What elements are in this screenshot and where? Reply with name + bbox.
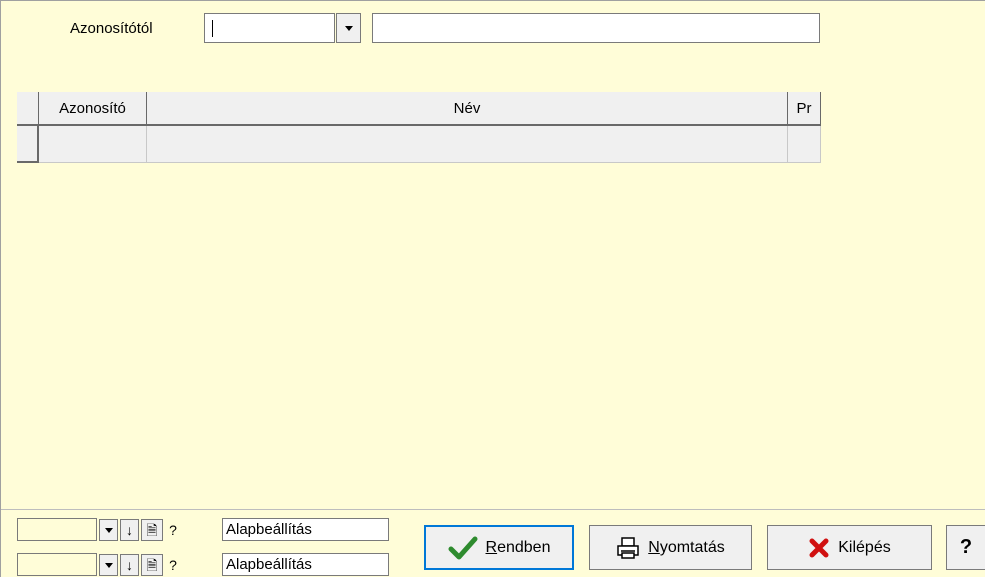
question-icon: ? [169, 557, 177, 573]
document-button[interactable]: 🗎 [141, 554, 163, 576]
printer-icon [617, 536, 639, 559]
ok-button[interactable]: Rendben [424, 525, 574, 570]
table-cell[interactable] [39, 126, 147, 163]
grid-corner-header [17, 92, 39, 126]
question-icon: ? [169, 522, 177, 538]
settings-dropdown-button[interactable] [99, 519, 118, 541]
id-from-input[interactable] [204, 13, 335, 43]
chevron-down-icon [104, 562, 113, 568]
document-icon: 🗎 [146, 557, 158, 573]
document-button[interactable]: 🗎 [141, 519, 163, 541]
settings-value-box[interactable] [17, 553, 97, 576]
close-icon [809, 538, 829, 557]
chevron-down-icon [104, 527, 113, 533]
column-header-nev[interactable]: Név [147, 92, 788, 126]
settings-value-box[interactable] [17, 518, 97, 541]
question-button[interactable]: ? [165, 519, 181, 541]
checkmark-icon [448, 536, 478, 559]
column-header-pr[interactable]: Pr [788, 92, 821, 126]
help-button[interactable]: ? [946, 525, 985, 570]
form-panel: Azonosítótól Azonosító Név Pr ↓ 🗎 ? Alap… [0, 0, 985, 577]
id-from-label: Azonosítótól [70, 20, 153, 37]
down-arrow-button[interactable]: ↓ [120, 519, 139, 541]
question-button[interactable]: ? [165, 554, 181, 576]
table-cell[interactable] [788, 126, 821, 163]
settings-label: Alapbeállítás [222, 518, 389, 541]
column-header-azonosito[interactable]: Azonosító [39, 92, 147, 126]
divider [1, 509, 985, 510]
chevron-down-icon [344, 25, 353, 31]
row-selector[interactable] [17, 126, 39, 163]
ok-button-label: Rendben [485, 538, 551, 556]
print-button-label: Nyomtatás [648, 538, 725, 556]
help-icon: ? [959, 536, 973, 558]
text-caret [212, 20, 213, 37]
arrow-down-icon: ↓ [126, 557, 133, 573]
settings-label: Alapbeállítás [222, 553, 389, 576]
exit-button[interactable]: Kilépés [767, 525, 932, 570]
results-grid[interactable]: Azonosító Név Pr [17, 92, 825, 163]
arrow-down-icon: ↓ [126, 522, 133, 538]
name-display-field[interactable] [372, 13, 820, 43]
table-cell[interactable] [147, 126, 788, 163]
id-from-dropdown-button[interactable] [336, 13, 361, 43]
exit-button-label: Kilépés [838, 538, 891, 556]
print-button[interactable]: Nyomtatás [589, 525, 752, 570]
settings-dropdown-button[interactable] [99, 554, 118, 576]
down-arrow-button[interactable]: ↓ [120, 554, 139, 576]
document-icon: 🗎 [146, 522, 158, 538]
